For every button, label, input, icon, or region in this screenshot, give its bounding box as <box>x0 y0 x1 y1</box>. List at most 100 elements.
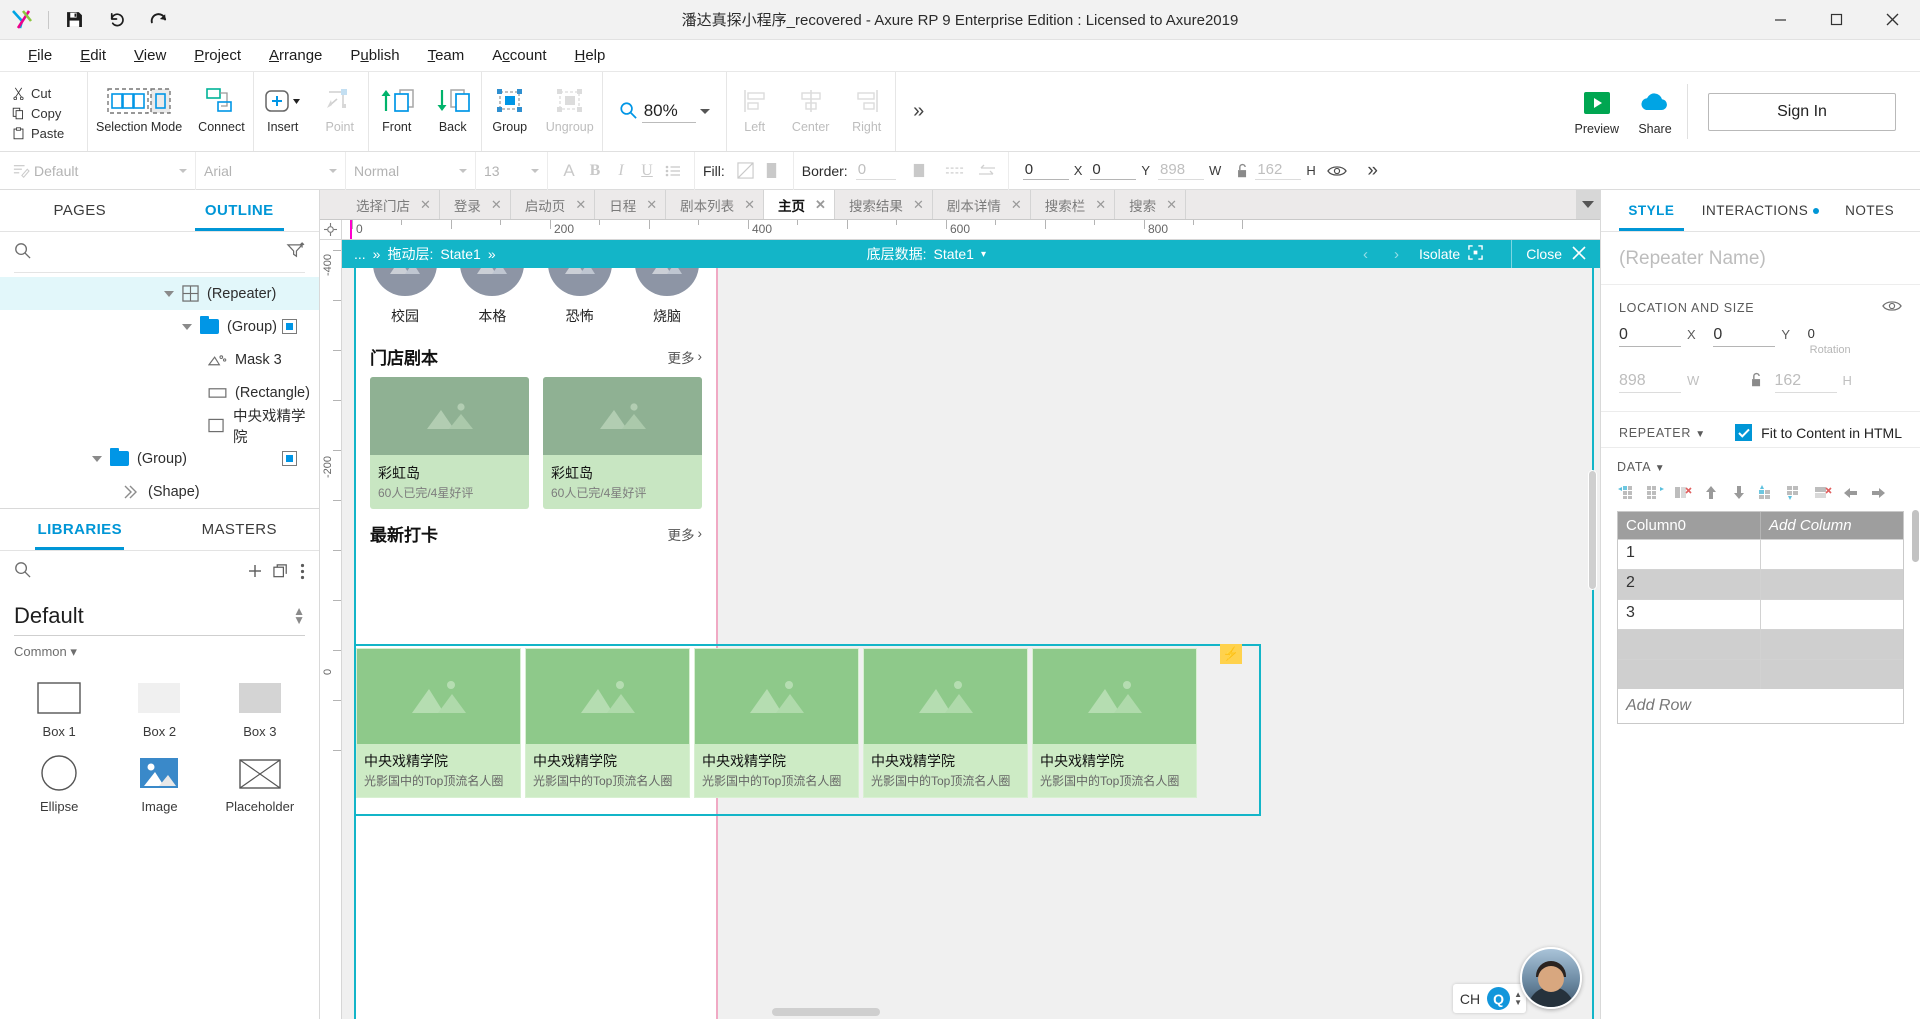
menu-account[interactable]: Account <box>478 43 560 68</box>
menu-edit[interactable]: Edit <box>66 43 120 68</box>
tab-overflow-dropdown[interactable] <box>1576 190 1600 219</box>
page-tab-jubenxiangqing[interactable]: 剧本详情✕ <box>933 190 1031 219</box>
format-overflow-button[interactable]: » <box>1350 160 1396 182</box>
group-marker-icon[interactable] <box>282 319 297 334</box>
tab-notes[interactable]: NOTES <box>1819 190 1920 231</box>
close-icon[interactable]: ✕ <box>491 197 502 213</box>
checkin-card[interactable]: 中央戏精学院 光影国中的Top顶流名人圈 <box>1032 648 1197 798</box>
ungroup-button[interactable]: Ungroup <box>538 76 602 148</box>
isolate-close-button[interactable]: Close <box>1511 240 1600 268</box>
x-input[interactable]: 0 <box>1023 161 1069 180</box>
plus-icon[interactable] <box>247 563 263 579</box>
align-center-button[interactable]: Center <box>783 76 839 148</box>
insert-row-after-icon[interactable] <box>1785 484 1804 501</box>
tree-item-shape[interactable]: (Shape) <box>0 475 319 508</box>
align-left-button[interactable]: Left <box>727 76 783 148</box>
cell-empty[interactable] <box>1618 630 1761 659</box>
library-item-ellipse[interactable]: Ellipse <box>10 745 108 816</box>
w-input[interactable]: 898 <box>1158 161 1204 180</box>
table-row[interactable]: 2 <box>1618 569 1903 599</box>
share-button[interactable]: Share <box>1627 72 1683 151</box>
page-tab-denglu[interactable]: 登录✕ <box>440 190 511 219</box>
lock-open-icon[interactable] <box>1747 372 1767 388</box>
visibility-eye-icon[interactable] <box>1324 158 1350 184</box>
front-button[interactable]: Front <box>369 76 425 148</box>
copy-button[interactable]: Copy <box>8 104 87 123</box>
duplicate-icon[interactable] <box>273 563 290 579</box>
close-icon[interactable]: ✕ <box>913 197 924 213</box>
checkin-card[interactable]: 中央戏精学院 光影国中的Top顶流名人圈 <box>525 648 690 798</box>
toolbar-overflow-button[interactable]: » <box>896 72 942 151</box>
store-card[interactable]: 彩虹岛 60人已完/4星好评 <box>370 377 529 509</box>
fill-none-icon[interactable] <box>733 158 759 184</box>
zoom-value[interactable]: 80% <box>642 101 696 123</box>
menu-project[interactable]: Project <box>180 43 255 68</box>
delete-row-icon[interactable] <box>1813 484 1832 501</box>
menu-publish[interactable]: Publish <box>336 43 413 68</box>
chevron-down-icon[interactable] <box>182 324 192 330</box>
category-item[interactable]: 恐怖 <box>543 268 617 326</box>
outline-search-input[interactable] <box>39 244 278 260</box>
canvas-vertical-scrollbar[interactable] <box>1588 470 1597 590</box>
ime-toggle-icon[interactable]: ▲▼ <box>1514 991 1522 1007</box>
table-row[interactable]: 3 <box>1618 599 1903 629</box>
tab-style[interactable]: STYLE <box>1601 190 1702 231</box>
selection-mode-button[interactable]: Selection Mode <box>88 76 190 148</box>
cell-value[interactable]: 1 <box>1618 540 1761 569</box>
save-button[interactable] <box>53 0 95 40</box>
library-item-box3[interactable]: Box 3 <box>211 670 309 741</box>
back-button[interactable]: Back <box>425 76 481 148</box>
library-item-image[interactable]: Image <box>110 745 208 816</box>
close-icon[interactable]: ✕ <box>1166 197 1177 213</box>
close-icon[interactable]: ✕ <box>420 197 431 213</box>
cell-empty[interactable] <box>1761 660 1903 689</box>
data-layer-state[interactable]: State1 <box>933 246 973 262</box>
category-item[interactable]: 校园 <box>368 268 442 326</box>
tab-outline[interactable]: OUTLINE <box>160 190 320 231</box>
chevron-down-icon[interactable] <box>92 456 102 462</box>
add-row-button[interactable]: Add Row <box>1618 689 1903 723</box>
fit-to-content-checkbox-row[interactable]: Fit to Content in HTML <box>1735 424 1902 441</box>
y-input[interactable]: 0 <box>1713 326 1775 347</box>
connect-button[interactable]: Connect <box>190 76 253 148</box>
chevron-down-icon[interactable] <box>459 169 467 173</box>
w-input[interactable]: 898 <box>1619 372 1681 393</box>
library-item-placeholder[interactable]: Placeholder <box>211 745 309 816</box>
underline-icon[interactable]: U <box>634 158 660 184</box>
checkin-card[interactable]: 中央戏精学院 光影国中的Top顶流名人圈 <box>694 648 859 798</box>
tree-item-group-1[interactable]: (Group) <box>0 310 319 343</box>
style-select-value[interactable]: Default <box>34 163 78 179</box>
tab-interactions[interactable]: INTERACTIONS <box>1702 190 1820 231</box>
avatar[interactable] <box>1520 947 1582 1009</box>
menu-arrange[interactable]: Arrange <box>255 43 336 68</box>
h-input[interactable]: 162 <box>1255 161 1301 180</box>
close-icon[interactable]: ✕ <box>575 197 586 213</box>
bold-icon[interactable]: B <box>582 158 608 184</box>
maximize-button[interactable] <box>1808 0 1864 40</box>
chevron-down-icon[interactable] <box>329 169 337 173</box>
text-color-icon[interactable]: A <box>556 158 582 184</box>
move-right-icon[interactable] <box>1869 484 1888 501</box>
insert-col-before-icon[interactable] <box>1617 484 1636 501</box>
chevron-down-icon[interactable] <box>179 169 187 173</box>
checkin-card[interactable]: 中央戏精学院 光影国中的Top顶流名人圈 <box>863 648 1028 798</box>
close-icon[interactable]: ✕ <box>646 197 657 213</box>
arrow-style-icon[interactable] <box>974 158 1000 184</box>
ime-language[interactable]: CH <box>1457 991 1483 1007</box>
library-category[interactable]: Common ▾ <box>0 636 319 664</box>
cell-empty[interactable] <box>1761 570 1903 599</box>
cell-empty[interactable] <box>1761 540 1903 569</box>
breadcrumb-ellipsis[interactable]: ... <box>354 246 366 262</box>
right-panel-scrollbar[interactable] <box>1912 510 1919 562</box>
border-width-input[interactable]: 0 <box>856 161 896 180</box>
data-section-header[interactable]: DATA ▼ <box>1601 448 1920 480</box>
rotation-input[interactable]: 0 <box>1808 326 1815 341</box>
close-icon[interactable]: ✕ <box>1011 197 1022 213</box>
align-right-button[interactable]: Right <box>839 76 895 148</box>
menu-file[interactable]: File <box>14 43 66 68</box>
move-down-icon[interactable] <box>1729 484 1748 501</box>
lock-aspect-icon[interactable] <box>1229 158 1255 184</box>
insert-button[interactable]: Insert <box>254 76 312 148</box>
fill-color-icon[interactable] <box>759 158 785 184</box>
x-input[interactable]: 0 <box>1619 326 1681 347</box>
